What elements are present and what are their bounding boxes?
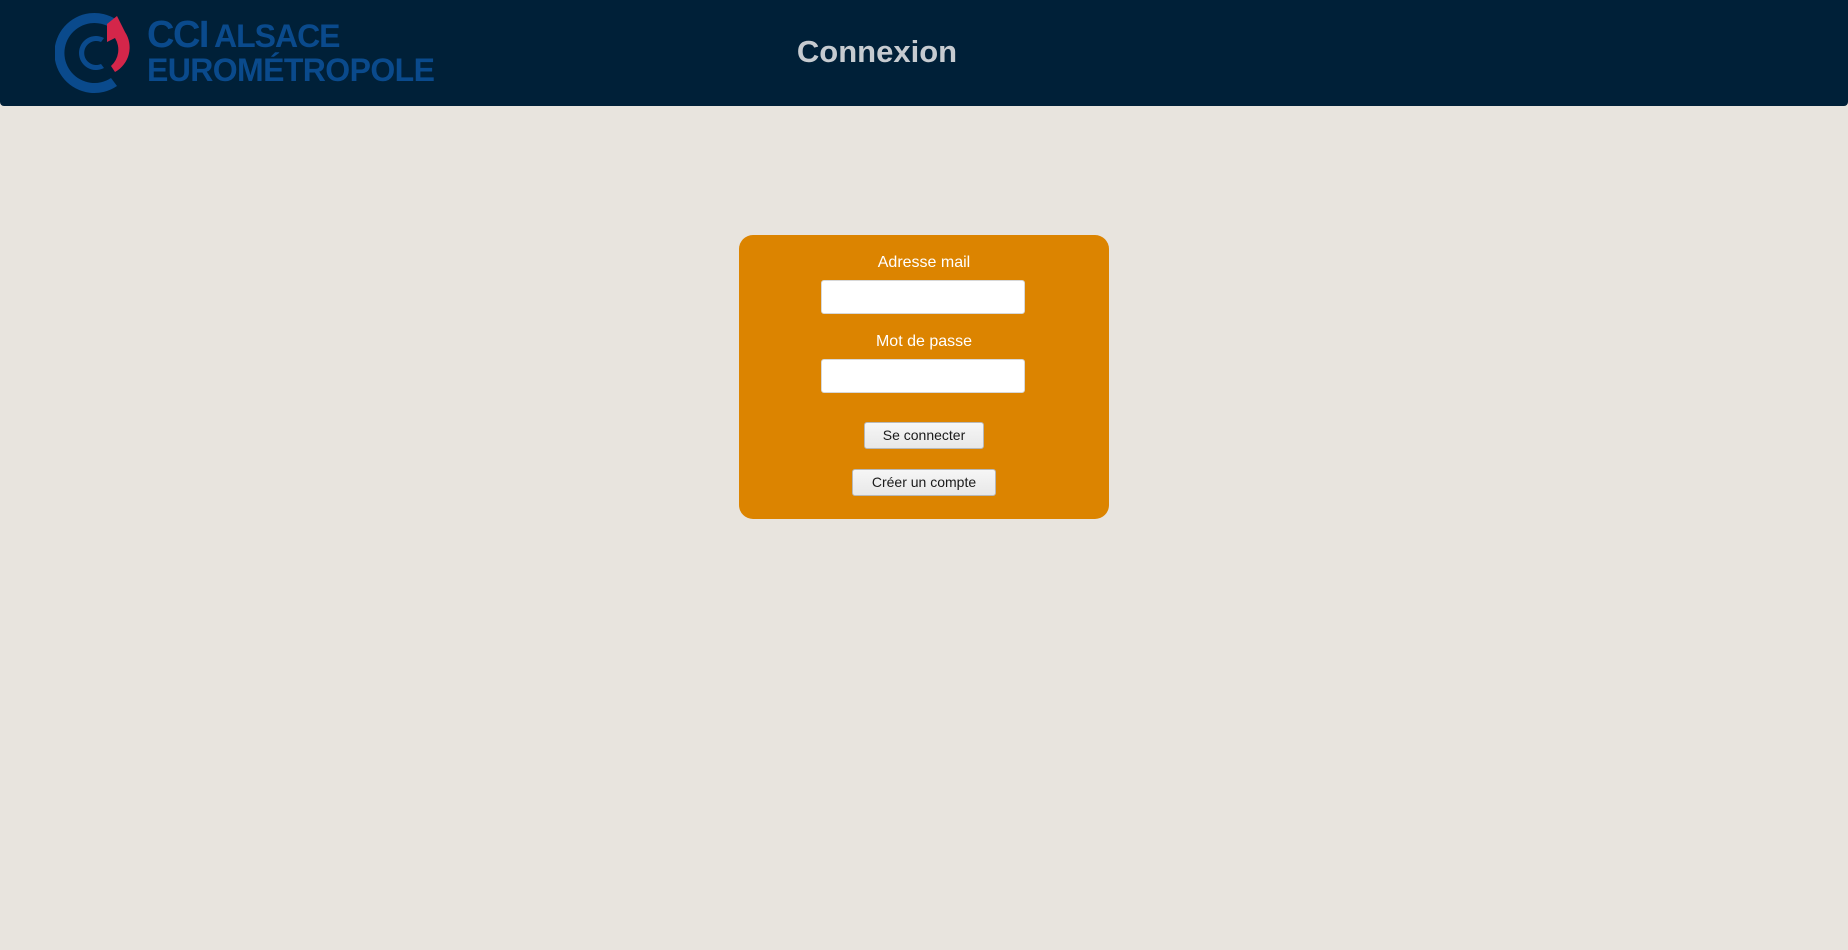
email-label: Adresse mail (877, 254, 971, 271)
login-button[interactable]: Se connecter (864, 422, 984, 449)
login-form: Adresse mail Mot de passe Se connecter C… (739, 235, 1109, 519)
email-field[interactable] (821, 280, 1025, 314)
password-field[interactable] (821, 359, 1025, 393)
header-bar: CCI ALSACE EUROMÉTROPOLE Connexion (0, 0, 1848, 106)
create-account-button[interactable]: Créer un compte (852, 469, 996, 496)
page-title: Connexion (796, 34, 958, 69)
password-label: Mot de passe (875, 333, 973, 350)
